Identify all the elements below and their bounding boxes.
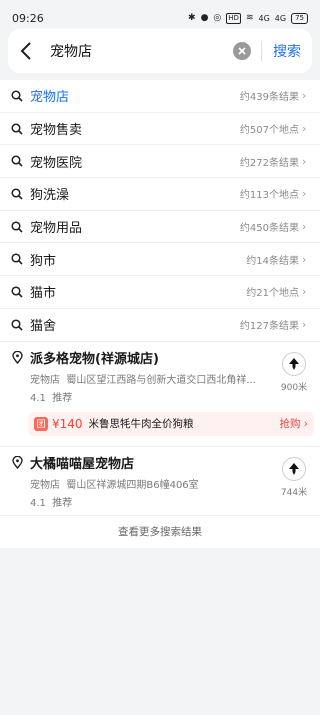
poi-distance: 744米	[280, 487, 308, 498]
poi-address-line: 宠物店 蜀山区望江西路与创新大道交口西北角祥...	[30, 371, 280, 386]
search-icon	[10, 318, 24, 332]
chevron-right-icon: ›	[302, 318, 307, 332]
chevron-right-icon: ›	[302, 89, 307, 103]
poi-header: 大橘喵喵屋宠物店	[10, 453, 308, 472]
suggestion-meta: 约450条结果	[239, 223, 299, 235]
navigation-arrow-icon	[282, 351, 306, 376]
poi-title: 大橘喵喵屋宠物店	[30, 456, 135, 472]
poi-address: 蜀山区望江西路与创新大道交口西北角祥...	[66, 374, 256, 386]
suggestion-item[interactable]: 狗市 约14条结果 ›	[0, 243, 320, 277]
poi-address-line: 宠物店 蜀山区祥源城四期B6幢406室	[30, 476, 280, 491]
suggestion-meta: 约439条结果	[239, 92, 299, 104]
navigate-button[interactable]: 900米	[280, 351, 308, 393]
suggestion-meta: 约21个地点	[246, 288, 299, 300]
status-time: 09:26	[12, 11, 44, 25]
suggestion-item[interactable]: 宠物医院 约272条结果 ›	[0, 145, 320, 179]
suggestion-label: 宠物医院	[30, 155, 83, 171]
more-results-link[interactable]: 查看更多搜索结果	[0, 516, 320, 548]
poi-category: 宠物店	[30, 479, 60, 491]
suggestion-item[interactable]: 宠物用品 约450条结果 ›	[0, 211, 320, 244]
suggestion-meta: 约113个地点	[239, 190, 299, 202]
poi-title: 派多格宠物(祥源城店)	[30, 351, 159, 367]
signal-icon: 4G	[258, 13, 270, 23]
results-panel: 宠物店 约439条结果 › 宠物售卖 约507个地点 › 宠物医院 约272条结…	[0, 80, 320, 548]
poi-header: 派多格宠物(祥源城店)	[10, 348, 308, 367]
group-buy-badge: 团	[34, 416, 48, 431]
suggestion-item[interactable]: 猫市 约21个地点 ›	[0, 276, 320, 309]
poi-rating: 4.1	[30, 497, 46, 509]
chevron-right-icon: ›	[302, 220, 307, 234]
suggestion-meta: 约14条结果	[246, 255, 299, 267]
buy-button[interactable]: 抢购 ›	[279, 416, 308, 431]
suggestion-item[interactable]: 狗洗澡 约113个地点 ›	[0, 178, 320, 211]
suggestion-label: 宠物售卖	[30, 123, 83, 139]
search-icon	[10, 122, 24, 136]
promo-price: ¥140	[52, 416, 83, 431]
chevron-left-icon	[20, 42, 31, 60]
search-icon	[10, 89, 24, 103]
suggestion-label: 狗市	[30, 253, 57, 269]
suggestion-item[interactable]: 猫舍 约127条结果 ›	[0, 309, 320, 342]
clear-button[interactable]	[233, 42, 251, 60]
suggestion-label: 猫市	[30, 286, 57, 302]
suggestion-label: 宠物店	[30, 90, 70, 106]
search-input[interactable]: 宠物店	[44, 29, 233, 73]
suggestion-item[interactable]: 宠物售卖 约507个地点 ›	[0, 113, 320, 146]
poi-distance: 900米	[280, 382, 308, 393]
suggestion-label: 猫舍	[30, 319, 57, 335]
chevron-right-icon: ›	[302, 285, 307, 299]
signal-icon-2: 4G	[274, 13, 287, 23]
chevron-right-icon: ›	[302, 252, 307, 266]
poi-category: 宠物店	[30, 374, 60, 386]
wifi-icon: ≋	[245, 13, 254, 23]
search-icon	[10, 154, 24, 168]
back-button[interactable]	[8, 29, 44, 73]
hd-badge: HD	[226, 12, 241, 24]
search-icon	[10, 285, 24, 299]
buy-label: 抢购	[279, 418, 301, 430]
location-pin-icon	[10, 350, 24, 364]
location-pin-icon	[10, 455, 24, 469]
suggestion-label: 狗洗澡	[30, 188, 70, 204]
search-bar: 宠物店 搜索	[8, 29, 312, 73]
search-icon	[10, 187, 24, 201]
promo-text: 米鲁思牦牛肉全价狗粮	[88, 418, 194, 430]
status-icons: ✱ ● ◎ HD ≋ 4G 4G 75	[188, 12, 308, 24]
search-icon	[10, 252, 24, 266]
suggestion-meta: 约507个地点	[239, 125, 299, 137]
navigation-arrow-icon	[282, 456, 306, 481]
suggestion-label: 宠物用品	[30, 221, 83, 237]
location-icon: ●	[200, 13, 209, 23]
poi-rating-line: 4.1 推荐	[30, 494, 308, 509]
poi-rating: 4.1	[30, 392, 46, 404]
poi-rating-line: 4.1 推荐	[30, 389, 308, 404]
poi-card[interactable]: 大橘喵喵屋宠物店 宠物店 蜀山区祥源城四期B6幢406室 4.1 推荐 744米	[0, 447, 320, 516]
poi-card[interactable]: 派多格宠物(祥源城店) 宠物店 蜀山区望江西路与创新大道交口西北角祥... 4.…	[0, 342, 320, 447]
suggestion-item[interactable]: 宠物店 约439条结果 ›	[0, 80, 320, 113]
alarm-icon: ◎	[213, 13, 222, 23]
chevron-right-icon: ›	[302, 154, 307, 168]
suggestion-meta: 约272条结果	[239, 157, 299, 169]
promo-banner[interactable]: 团 ¥140 米鲁思牦牛肉全价狗粮 抢购 ›	[28, 411, 314, 436]
chevron-right-icon: ›	[302, 187, 307, 201]
suggestion-meta: 约127条结果	[239, 321, 299, 333]
poi-address: 蜀山区祥源城四期B6幢406室	[66, 479, 199, 491]
chevron-right-icon: ›	[302, 122, 307, 136]
battery-icon: 75	[291, 12, 308, 24]
bluetooth-icon: ✱	[188, 13, 196, 23]
search-button[interactable]: 搜索	[262, 41, 312, 61]
navigate-button[interactable]: 744米	[280, 456, 308, 498]
poi-tag: 推荐	[52, 497, 73, 509]
poi-tag: 推荐	[52, 392, 73, 404]
search-icon	[10, 220, 24, 234]
close-icon	[238, 47, 246, 55]
